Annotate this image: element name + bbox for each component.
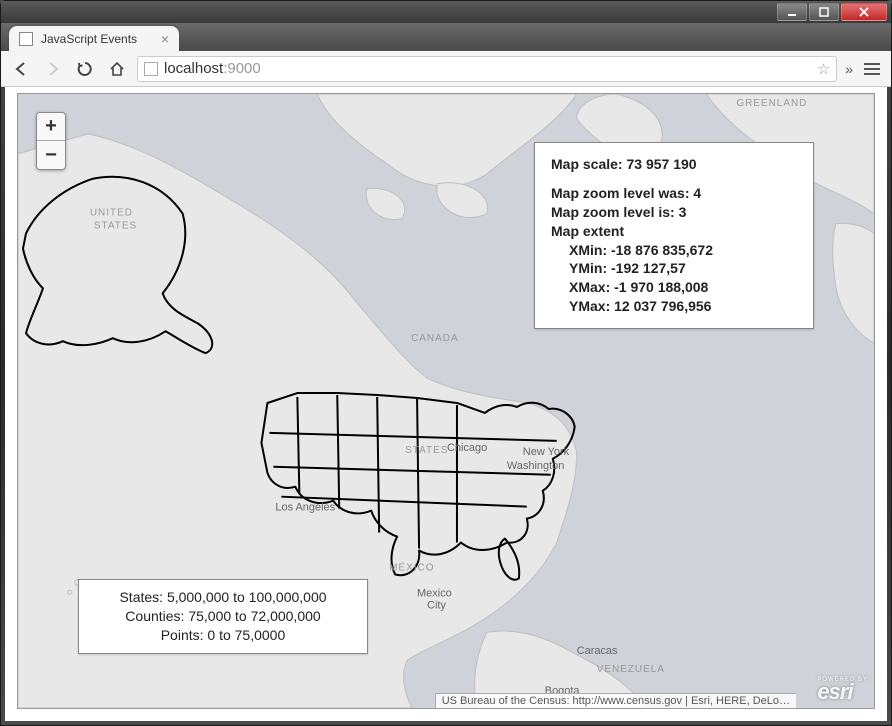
city-chicago: Chicago [447, 442, 487, 454]
label-united: UNITED [90, 208, 133, 219]
zoom-was-label: Map zoom level was: [551, 185, 689, 201]
url-host: localhost [164, 60, 223, 77]
city-mexico-city-1: Mexico [417, 587, 452, 599]
city-washington: Washington [507, 460, 564, 472]
zoom-is-value: 3 [679, 204, 687, 220]
xmax-label: XMax: [569, 279, 610, 295]
label-states: STATES [94, 221, 137, 232]
scale-value: 73 957 190 [626, 156, 696, 172]
tab-strip: JavaScript Events × [1, 23, 891, 51]
zoom-controls: + − [36, 112, 66, 170]
ymin-value: -192 127,57 [611, 260, 686, 276]
map-attribution: US Bureau of the Census: http://www.cens… [435, 693, 796, 708]
browser-window: JavaScript Events × localhost:9000 ☆ » [0, 0, 892, 726]
legend-states: States: 5,000,000 to 100,000,000 [91, 588, 355, 607]
xmax-value: -1 970 188,008 [614, 279, 708, 295]
label-mexico: MÉXICO [389, 562, 434, 573]
legend-panel: States: 5,000,000 to 100,000,000 Countie… [78, 579, 368, 654]
label-greenland: GREENLAND [736, 98, 807, 109]
window-titlebar [1, 1, 891, 23]
address-bar[interactable]: localhost:9000 ☆ [137, 56, 837, 82]
menu-button[interactable] [861, 63, 883, 75]
xmin-value: -18 876 835,672 [611, 242, 713, 258]
ymax-label: YMax: [569, 298, 610, 314]
maximize-button[interactable] [809, 3, 839, 21]
zoom-out-button[interactable]: − [37, 141, 65, 169]
scale-label: Map scale: [551, 156, 623, 172]
city-mexico-city-2: City [427, 599, 446, 611]
close-button[interactable] [841, 3, 887, 21]
url-port: :9000 [223, 60, 261, 77]
minimize-button[interactable] [777, 3, 807, 21]
legend-points: Points: 0 to 75,0000 [91, 626, 355, 645]
overflow-chevron-icon[interactable]: » [845, 61, 853, 77]
city-caracas: Caracas [577, 645, 618, 657]
xmin-label: XMin: [569, 242, 607, 258]
ymin-label: YMin: [569, 260, 607, 276]
site-icon [144, 62, 158, 76]
label-states2: STATES [405, 445, 448, 456]
tab-close-icon[interactable]: × [161, 31, 169, 47]
back-button[interactable] [9, 57, 33, 81]
zoom-was-value: 4 [693, 185, 701, 201]
zoom-in-button[interactable]: + [37, 113, 65, 141]
label-canada: CANADA [411, 333, 459, 344]
ymax-value: 12 037 796,956 [614, 298, 711, 314]
tab-title: JavaScript Events [41, 32, 137, 46]
esri-text: esri [817, 679, 852, 704]
map[interactable]: UNITED STATES CANADA GREENLAND MÉXICO VE… [17, 93, 875, 709]
map-info-panel: Map scale: 73 957 190 Map zoom level was… [534, 142, 814, 329]
esri-logo: POWERED BY esri [817, 677, 868, 705]
page-icon [19, 32, 33, 46]
zoom-is-label: Map zoom level is: [551, 204, 675, 220]
home-button[interactable] [105, 57, 129, 81]
reload-button[interactable] [73, 57, 97, 81]
city-los-angeles: Los Angeles [275, 502, 335, 514]
legend-counties: Counties: 75,000 to 72,000,000 [91, 607, 355, 626]
page-content: UNITED STATES CANADA GREENLAND MÉXICO VE… [5, 87, 887, 721]
bookmark-star-icon[interactable]: ☆ [817, 60, 830, 78]
extent-label: Map extent [551, 222, 797, 241]
browser-toolbar: localhost:9000 ☆ » [1, 51, 891, 87]
browser-tab[interactable]: JavaScript Events × [9, 26, 179, 51]
city-new-york: New York [523, 446, 570, 458]
forward-button[interactable] [41, 57, 65, 81]
label-venezuela: VENEZUELA [597, 664, 665, 675]
